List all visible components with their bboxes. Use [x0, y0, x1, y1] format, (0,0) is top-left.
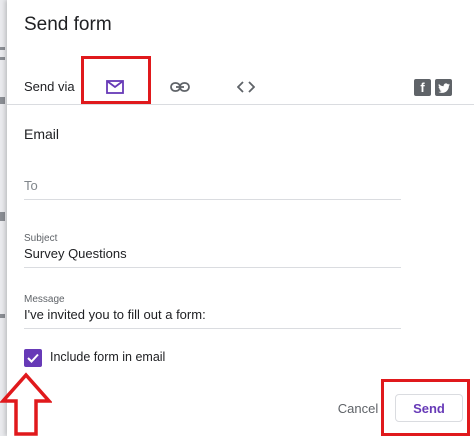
send-form-dialog: Send form Send via f Email To Subject Su…: [7, 0, 474, 436]
send-via-label: Send via: [24, 79, 75, 94]
cancel-button[interactable]: Cancel: [329, 394, 387, 422]
twitter-share-button[interactable]: [435, 79, 452, 96]
background-line: [0, 47, 5, 50]
email-section-title: Email: [24, 126, 60, 142]
twitter-icon: [437, 82, 450, 93]
tab-embed[interactable]: [229, 72, 263, 102]
tabs-divider: [7, 104, 474, 105]
message-label: Message: [24, 294, 65, 305]
annotation-box-send-button: [381, 379, 470, 436]
page-background: [0, 0, 7, 436]
facebook-icon: f: [420, 80, 425, 95]
tab-link[interactable]: [163, 72, 197, 102]
background-line: [0, 314, 5, 318]
to-field[interactable]: To: [24, 177, 401, 200]
include-form-checkbox[interactable]: [24, 349, 42, 367]
annotation-arrow-icon: [0, 372, 52, 436]
background-line: [0, 57, 5, 60]
message-field[interactable]: Message I've invited you to fill out a f…: [24, 294, 401, 329]
background-line: [0, 212, 5, 221]
subject-label: Subject: [24, 233, 58, 244]
checkmark-icon: [27, 353, 39, 363]
message-input[interactable]: I've invited you to fill out a form:: [24, 306, 401, 329]
include-form-label: Include form in email: [50, 350, 166, 364]
dialog-title: Send form: [24, 14, 112, 35]
subject-field[interactable]: Subject Survey Questions: [24, 233, 401, 268]
subject-input[interactable]: Survey Questions: [24, 245, 401, 268]
to-input[interactable]: To: [24, 177, 401, 200]
facebook-share-button[interactable]: f: [414, 79, 431, 96]
annotation-box-email-tab: [81, 56, 151, 104]
code-icon: [237, 81, 255, 93]
link-icon: [170, 82, 190, 92]
background-line: [0, 97, 5, 104]
